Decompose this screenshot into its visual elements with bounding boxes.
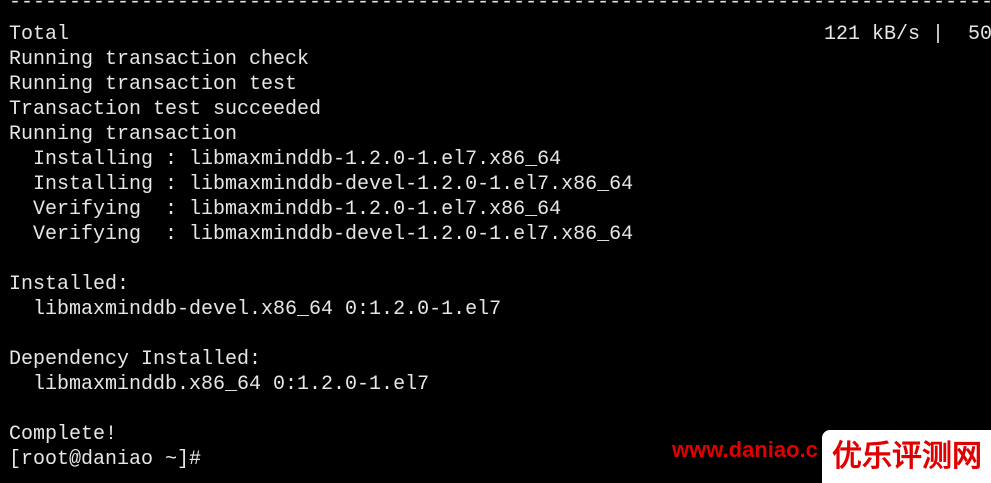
total-rate: 121 kB/s | 50 bbox=[824, 23, 991, 46]
separator-line: ----------------------------------------… bbox=[9, 0, 991, 12]
output-line-dependency-package: libmaxminddb.x86_64 0:1.2.0-1.el7 bbox=[9, 373, 430, 396]
output-line-test: Running transaction test bbox=[9, 73, 298, 96]
output-line-installing-2: Installing : libmaxminddb-devel-1.2.0-1.… bbox=[9, 173, 634, 196]
output-line-verifying-2: Verifying : libmaxminddb-devel-1.2.0-1.e… bbox=[9, 223, 634, 246]
shell-prompt[interactable]: [root@daniao ~]# bbox=[9, 447, 201, 472]
output-line-installed-heading: Installed: bbox=[9, 273, 130, 296]
output-line-verifying-1: Verifying : libmaxminddb-1.2.0-1.el7.x86… bbox=[9, 198, 562, 221]
watermark-url: www.daniao.c bbox=[672, 437, 818, 462]
output-line-installed-package: libmaxminddb-devel.x86_64 0:1.2.0-1.el7 bbox=[9, 298, 502, 321]
output-line-check: Running transaction check bbox=[9, 48, 310, 71]
terminal-window[interactable]: ----------------------------------------… bbox=[0, 0, 991, 483]
watermark-logo-text: 优乐评测网 bbox=[832, 439, 982, 474]
output-line-installing-1: Installing : libmaxminddb-1.2.0-1.el7.x8… bbox=[9, 148, 562, 171]
watermark-logo: 优乐评测网 bbox=[822, 430, 991, 483]
output-line-complete: Complete! bbox=[9, 423, 118, 446]
output-line-running: Running transaction bbox=[9, 123, 238, 146]
total-label: Total bbox=[9, 23, 70, 46]
output-line-test-succeeded: Transaction test succeeded bbox=[9, 98, 322, 121]
output-line-dependency-heading: Dependency Installed: bbox=[9, 348, 262, 371]
